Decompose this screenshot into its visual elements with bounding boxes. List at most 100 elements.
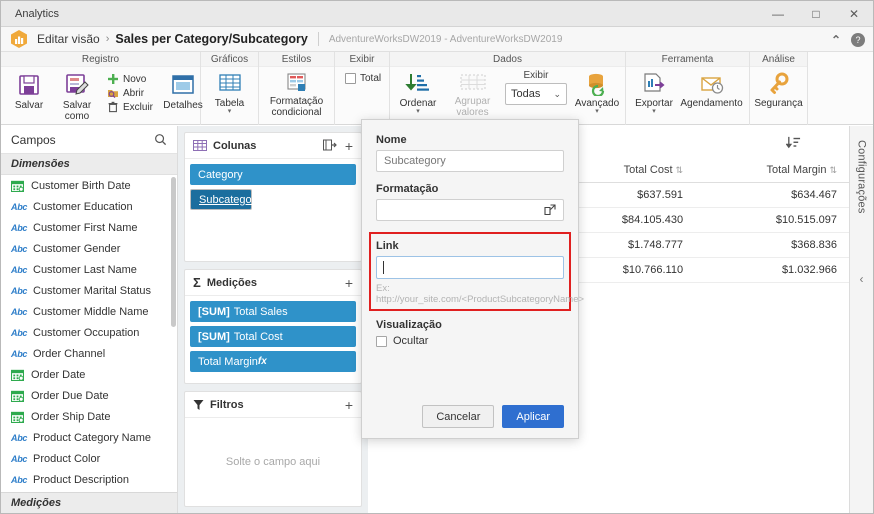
measure-aggregate: [SUM]	[198, 330, 230, 343]
col-header-total-margin[interactable]: Total Margin ⇅	[695, 158, 849, 183]
field-item[interactable]: Customer Birth Date	[1, 175, 177, 196]
fields-scrollbar[interactable]	[171, 177, 176, 327]
save-as-icon	[64, 72, 90, 98]
apply-button[interactable]: Aplicar	[502, 405, 564, 428]
chevron-down-icon[interactable]: ▾	[416, 108, 420, 115]
sigma-icon: Σ	[193, 275, 201, 290]
columns-shelf-body[interactable]: Category Subcategory ✕	[185, 159, 361, 215]
open-folder-icon	[107, 87, 119, 99]
field-item-label: Order Ship Date	[31, 410, 111, 423]
name-input-value: Subcategory	[384, 155, 446, 167]
field-item[interactable]: Abc Product Color	[1, 448, 177, 469]
measures-section-header[interactable]: Medições	[1, 492, 177, 513]
filters-add-button[interactable]: +	[345, 397, 353, 413]
search-icon[interactable]	[154, 133, 167, 146]
field-item[interactable]: Abc Customer First Name	[1, 217, 177, 238]
field-item[interactable]: Abc Order Channel	[1, 343, 177, 364]
field-item[interactable]: Order Ship Date	[1, 406, 177, 427]
column-pill-subcategory[interactable]: Subcategory ✕	[190, 189, 270, 210]
page-title: Sales per Category/Subcategory	[115, 32, 308, 46]
name-input[interactable]: Subcategory	[376, 150, 564, 172]
field-item[interactable]: Order Date	[1, 364, 177, 385]
settings-rail[interactable]: Configurações ‹	[849, 126, 873, 513]
columns-add-button[interactable]: +	[345, 138, 353, 154]
save-button[interactable]: Salvar	[7, 70, 51, 113]
field-item[interactable]: Abc Customer Education	[1, 196, 177, 217]
new-button[interactable]: Novo	[103, 72, 157, 86]
filters-shelf: Filtros + Solte o campo aqui	[184, 391, 362, 507]
total-checkbox[interactable]: Total	[341, 70, 385, 87]
sort-icon	[405, 72, 431, 96]
abc-text-icon: Abc	[11, 264, 28, 275]
measure-aggregate: [SUM]	[198, 305, 230, 318]
help-icon[interactable]: ?	[851, 32, 865, 47]
measures-shelf-body[interactable]: [SUM] Total Sales [SUM] Total Cost Total…	[185, 296, 361, 377]
fields-list[interactable]: Customer Birth Date Abc Customer Education…	[1, 175, 177, 492]
filters-shelf-header: Filtros +	[185, 392, 361, 418]
exibir-select-group: Exibir Todas ⌄	[505, 70, 567, 105]
schedule-button[interactable]: Agendamento	[680, 70, 743, 111]
details-button[interactable]: Detalhes	[161, 70, 205, 113]
collapse-ribbon-icon[interactable]: ⌃	[831, 33, 841, 47]
field-item[interactable]: Abc Product Category Name	[1, 427, 177, 448]
export-button[interactable]: Exportar ▾	[632, 70, 676, 117]
link-label: Link	[376, 240, 399, 252]
breadcrumb-edit-link[interactable]: Editar visão	[37, 32, 100, 46]
group-values-label: Agrupar valores	[454, 96, 491, 118]
sort-indicator-icon: ⇅	[829, 165, 837, 175]
field-item[interactable]: Order Due Date	[1, 385, 177, 406]
breadcrumb: Editar visão › Sales per Category/Subcat…	[1, 27, 873, 52]
field-item[interactable]: Abc Customer Marital Status	[1, 280, 177, 301]
minimize-button[interactable]: —	[759, 1, 797, 26]
swap-axis-icon[interactable]	[322, 139, 337, 152]
advanced-button[interactable]: Avançado ▾	[575, 70, 619, 117]
field-item[interactable]: Abc Customer Gender	[1, 238, 177, 259]
field-item[interactable]: Abc Customer Last Name	[1, 259, 177, 280]
chevron-left-icon[interactable]: ‹	[860, 272, 864, 286]
table-cell-margin: $368.836	[695, 232, 849, 258]
security-button[interactable]: Segurança	[754, 70, 803, 111]
columns-shelf: Colunas + Category Subcategory ✕	[184, 132, 362, 262]
table-cell-margin: $10.515.097	[695, 207, 849, 233]
external-link-icon[interactable]	[544, 204, 556, 216]
open-label: Abrir	[123, 87, 145, 99]
visualization-field-group: Visualização Ocultar	[376, 319, 564, 347]
measures-add-button[interactable]: +	[345, 275, 353, 291]
chevron-down-icon[interactable]: ▾	[652, 108, 656, 115]
cancel-button[interactable]: Cancelar	[422, 405, 495, 428]
name-label: Nome	[376, 134, 407, 146]
maximize-button[interactable]: □	[797, 1, 835, 26]
filters-dropzone[interactable]: Solte o campo aqui	[185, 418, 361, 506]
sort-button[interactable]: Ordenar ▾	[396, 70, 440, 117]
measure-pill-total-sales[interactable]: [SUM] Total Sales	[190, 301, 356, 322]
field-item[interactable]: Abc Customer Middle Name	[1, 301, 177, 322]
field-item[interactable]: Abc Product Description	[1, 469, 177, 490]
measure-pill-total-cost[interactable]: [SUM] Total Cost	[190, 326, 356, 347]
conditional-format-button[interactable]: Formatação condicional	[265, 70, 328, 120]
link-input[interactable]	[376, 256, 564, 279]
abc-text-icon: Abc	[11, 222, 28, 233]
link-field-highlight: Link Ex: http://your_site.com/<ProductSu…	[369, 232, 585, 311]
measures-shelf-header: Σ Medições +	[185, 270, 361, 296]
field-item[interactable]: Abc Customer Occupation	[1, 322, 177, 343]
sort-descending-icon[interactable]	[786, 135, 801, 150]
plus-icon	[107, 73, 119, 85]
close-button[interactable]: ✕	[835, 1, 873, 26]
chevron-down-icon[interactable]: ▾	[228, 108, 232, 115]
chevron-down-icon[interactable]: ▾	[595, 108, 599, 115]
format-label: Formatação	[376, 183, 439, 195]
remove-column-icon[interactable]: ✕	[261, 193, 270, 206]
open-button[interactable]: Abrir	[103, 86, 157, 100]
delete-button[interactable]: Excluir	[103, 100, 157, 114]
column-pill-category[interactable]: Category	[190, 164, 356, 185]
measure-pill-total-margin[interactable]: Total Margin fx	[190, 351, 356, 372]
save-as-button[interactable]: Salvar como	[55, 70, 99, 124]
table-chart-button[interactable]: Tabela ▾	[208, 70, 252, 117]
field-item-label: Customer Birth Date	[31, 179, 131, 192]
exibir-select-value: Todas	[511, 88, 541, 100]
format-input[interactable]	[376, 199, 564, 221]
link-hint: Ex: http://your_site.com/<ProductSubcate…	[376, 283, 585, 305]
hide-checkbox[interactable]: Ocultar	[376, 335, 564, 347]
columns-shelf-title: Colunas	[213, 139, 257, 152]
exibir-select[interactable]: Todas ⌄	[505, 83, 567, 105]
